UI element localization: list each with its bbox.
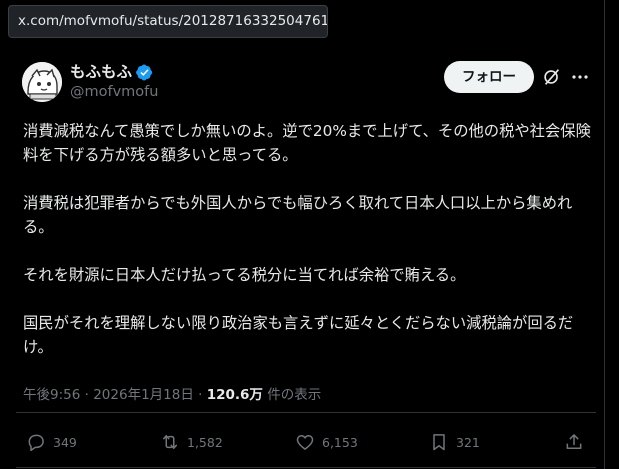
reply-count: 349 [53, 434, 77, 450]
verified-badge-icon [136, 64, 153, 81]
share-button[interactable] [564, 430, 584, 454]
meta-separator: · [198, 387, 203, 403]
avatar[interactable] [22, 62, 62, 102]
url-tooltip: x.com/mofvmofu/status/201287163325047619… [8, 5, 328, 38]
panel-border [604, 0, 605, 469]
tweet-paragraph: それを財源に日本人だけ払ってる税分に当てれば余裕で賄える。 [23, 266, 466, 284]
views-count: 120.6万 [206, 387, 263, 403]
tweet-date[interactable]: 2026年1月18日 [93, 387, 194, 403]
reply-button[interactable]: 349 [26, 430, 77, 454]
tweet-paragraph: 国民がそれを理解しない限り政治家も言えずに延々とくだらない減税論が回るだけ。 [23, 314, 574, 356]
display-name[interactable]: もふもふ [70, 63, 132, 82]
reply-icon [28, 434, 44, 452]
tweet-paragraph: 消費減税なんて愚策でしか無いのよ。逆で20%まで上げて、その他の税や社会保険料を… [23, 122, 591, 164]
tweet-paragraph: 消費税は犯罪者からでも外国人からでも幅ひろく取れて日本人口以上から集めれる。 [23, 194, 573, 236]
bookmark-button[interactable]: 321 [429, 430, 480, 454]
tweet-meta: 午後9:56 · 2026年1月18日 · 120.6万 件の表示 [23, 385, 321, 405]
tweet-time[interactable]: 午後9:56 [23, 387, 80, 403]
like-count: 6,153 [322, 434, 358, 450]
follow-button[interactable]: フォロー [444, 61, 534, 93]
grok-icon[interactable] [541, 66, 563, 88]
repost-icon [163, 435, 177, 449]
avatar-image [22, 62, 62, 102]
meta-separator: · [84, 387, 89, 403]
share-icon [566, 434, 582, 449]
bookmark-count: 321 [456, 434, 480, 450]
like-icon [296, 435, 314, 450]
repost-count: 1,582 [187, 434, 223, 450]
divider [16, 412, 596, 413]
like-button[interactable]: 6,153 [295, 430, 358, 454]
handle[interactable]: @mofvmofu [70, 84, 158, 101]
divider [16, 467, 596, 468]
tweet-text: 消費減税なんて愚策でしか無いのよ。逆で20%まで上げて、その他の税や社会保険料を… [23, 119, 593, 359]
more-icon[interactable] [571, 68, 589, 86]
views-label: 件の表示 [267, 387, 322, 403]
repost-button[interactable]: 1,582 [160, 430, 223, 454]
bookmark-icon [433, 434, 445, 451]
